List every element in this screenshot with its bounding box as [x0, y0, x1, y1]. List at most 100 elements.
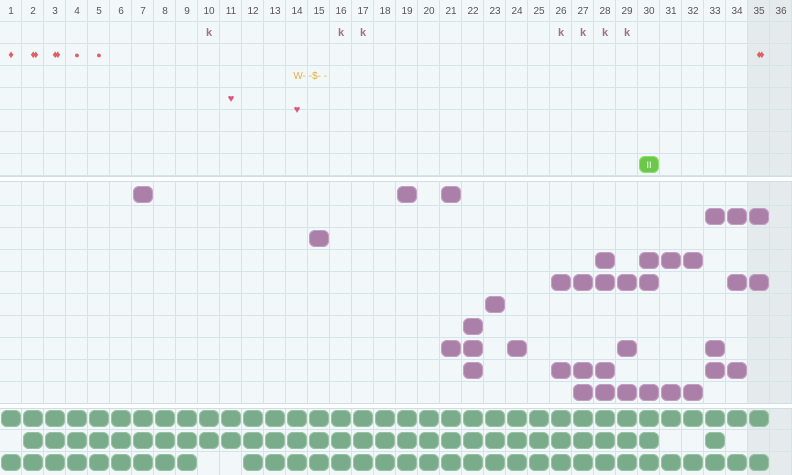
column-label-19[interactable]: 19 [396, 0, 418, 22]
green-tile[interactable] [89, 410, 109, 427]
green-tile[interactable] [705, 410, 725, 427]
green-tile[interactable] [683, 410, 703, 427]
column-label-2[interactable]: 2 [22, 0, 44, 22]
purple-tile[interactable] [595, 252, 615, 269]
column-label-26[interactable]: 26 [550, 0, 572, 22]
green-tile[interactable] [375, 454, 395, 471]
purple-tile[interactable] [639, 274, 659, 291]
column-label-18[interactable]: 18 [374, 0, 396, 22]
k-glyph[interactable]: k [198, 22, 220, 44]
green-tile[interactable] [485, 454, 505, 471]
green-tile[interactable] [375, 432, 395, 449]
purple-tile[interactable] [617, 384, 637, 401]
k-glyph[interactable]: k [352, 22, 374, 44]
green-tile[interactable] [1, 454, 21, 471]
column-label-15[interactable]: 15 [308, 0, 330, 22]
purple-tile[interactable] [705, 362, 725, 379]
green-tile[interactable] [639, 410, 659, 427]
column-label-34[interactable]: 34 [726, 0, 748, 22]
green-tile[interactable] [419, 454, 439, 471]
green-tile[interactable] [265, 410, 285, 427]
column-label-21[interactable]: 21 [440, 0, 462, 22]
green-tile[interactable] [551, 454, 571, 471]
green-tile[interactable] [243, 454, 263, 471]
drop-icon[interactable]: ♦♦ [44, 44, 66, 66]
green-tile[interactable] [683, 454, 703, 471]
column-label-7[interactable]: 7 [132, 0, 154, 22]
purple-tile[interactable] [661, 384, 681, 401]
green-tile[interactable] [419, 432, 439, 449]
column-label-31[interactable]: 31 [660, 0, 682, 22]
green-tile[interactable] [309, 410, 329, 427]
green-tile[interactable] [507, 454, 527, 471]
purple-tile[interactable] [551, 274, 571, 291]
green-tile[interactable] [309, 432, 329, 449]
green-tile[interactable] [705, 432, 725, 449]
green-tile[interactable] [287, 410, 307, 427]
column-label-6[interactable]: 6 [110, 0, 132, 22]
purple-tile[interactable] [705, 208, 725, 225]
k-glyph[interactable]: k [572, 22, 594, 44]
column-label-8[interactable]: 8 [154, 0, 176, 22]
green-tile[interactable] [111, 454, 131, 471]
green-tile[interactable] [485, 432, 505, 449]
purple-tile[interactable] [595, 274, 615, 291]
green-tile[interactable] [353, 454, 373, 471]
k-glyph[interactable]: k [550, 22, 572, 44]
dot-icon[interactable]: ● [88, 44, 110, 66]
column-label-29[interactable]: 29 [616, 0, 638, 22]
green-tile[interactable] [67, 454, 87, 471]
green-tile[interactable] [133, 410, 153, 427]
green-tile[interactable] [507, 432, 527, 449]
purple-tile[interactable] [661, 252, 681, 269]
green-tile[interactable] [89, 454, 109, 471]
purple-tile[interactable] [595, 362, 615, 379]
green-tile[interactable] [221, 410, 241, 427]
green-tile[interactable] [419, 410, 439, 427]
green-tile[interactable] [67, 410, 87, 427]
column-label-35[interactable]: 35 [748, 0, 770, 22]
green-tile[interactable] [639, 432, 659, 449]
green-tile[interactable] [595, 432, 615, 449]
green-tile[interactable] [23, 432, 43, 449]
green-tile[interactable] [155, 454, 175, 471]
column-label-25[interactable]: 25 [528, 0, 550, 22]
green-tile[interactable] [573, 454, 593, 471]
column-label-3[interactable]: 3 [44, 0, 66, 22]
green-tile[interactable] [45, 454, 65, 471]
green-tile[interactable] [331, 432, 351, 449]
green-tile[interactable] [727, 454, 747, 471]
green-tile[interactable] [463, 410, 483, 427]
green-tile[interactable] [441, 432, 461, 449]
purple-tile[interactable] [617, 274, 637, 291]
green-tile[interactable] [375, 410, 395, 427]
green-tile[interactable] [287, 454, 307, 471]
green-tile[interactable] [243, 432, 263, 449]
green-tile[interactable] [67, 432, 87, 449]
column-label-28[interactable]: 28 [594, 0, 616, 22]
green-tile[interactable] [397, 454, 417, 471]
green-tile[interactable] [23, 410, 43, 427]
green-tile[interactable] [595, 410, 615, 427]
green-tile[interactable] [155, 410, 175, 427]
purple-tile[interactable] [551, 362, 571, 379]
purple-tile[interactable] [463, 340, 483, 357]
drop-icon[interactable]: ♦ [0, 44, 22, 66]
green-tile[interactable] [177, 454, 197, 471]
green-tile[interactable] [551, 432, 571, 449]
green-tile[interactable] [661, 454, 681, 471]
purple-tile[interactable] [573, 384, 593, 401]
heart-icon[interactable]: ♥ [220, 88, 242, 110]
green-tile[interactable] [89, 432, 109, 449]
green-tile[interactable] [441, 410, 461, 427]
column-label-30[interactable]: 30 [638, 0, 660, 22]
column-label-32[interactable]: 32 [682, 0, 704, 22]
purple-tile[interactable] [573, 274, 593, 291]
column-label-1[interactable]: 1 [0, 0, 22, 22]
green-tile[interactable] [243, 410, 263, 427]
column-label-33[interactable]: 33 [704, 0, 726, 22]
purple-tile[interactable] [463, 362, 483, 379]
green-tile[interactable] [573, 410, 593, 427]
k-glyph[interactable]: k [594, 22, 616, 44]
drop-icon[interactable]: ♦♦ [22, 44, 44, 66]
